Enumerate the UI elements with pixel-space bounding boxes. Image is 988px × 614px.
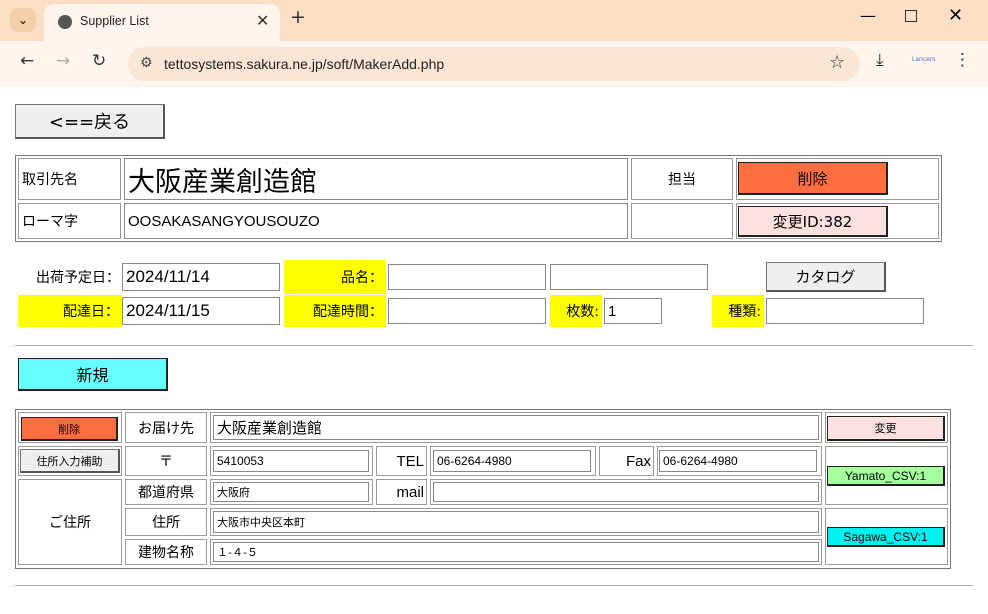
url-text: tettosystems.sakura.ne.jp/soft/MakerAdd.… <box>164 56 445 72</box>
minimize-icon[interactable]: — <box>860 6 876 25</box>
divider-bottom <box>15 585 973 586</box>
catalog-button[interactable]: カタログ <box>766 262 886 292</box>
recipient-label: お届け先 <box>125 412 207 443</box>
address-label: ご住所 <box>18 479 122 565</box>
street-label: 住所 <box>125 508 207 536</box>
kind-label: 種類: <box>712 295 764 327</box>
romaji-field[interactable]: OOSAKASANGYOUSOUZO <box>124 203 628 239</box>
site-info-icon[interactable]: ⚙ <box>140 55 153 71</box>
fax-label: Fax <box>599 446 654 476</box>
supplier-delete-button[interactable]: 削除 <box>738 162 888 195</box>
close-window-icon[interactable]: ✕ <box>948 5 963 26</box>
supplier-name-label: 取引先名 <box>18 158 121 200</box>
prefecture-field[interactable]: 大阪府 <box>213 482 369 502</box>
browser-toolbar: ← → ↻ ⚙ tettosystems.sakura.ne.jp/soft/M… <box>0 41 988 87</box>
street-field[interactable]: 大阪市中央区本町 <box>213 511 819 533</box>
building-label: 建物名称 <box>125 539 207 565</box>
ship-date-label: 出荷予定日： <box>36 270 120 286</box>
product-field-1[interactable] <box>388 264 546 290</box>
recipient-field[interactable]: 大阪産業創造館 <box>213 415 819 440</box>
mail-field[interactable] <box>433 482 819 502</box>
address-assist-button[interactable]: 住所入力補助 <box>20 449 120 473</box>
tab-search-icon[interactable]: ⌄ <box>10 8 36 32</box>
product-field-2[interactable] <box>550 264 708 290</box>
delivery-time-field[interactable] <box>388 298 546 324</box>
delivery-date-label: 配達日： <box>18 295 122 327</box>
building-field[interactable]: １-４-５ <box>213 542 819 562</box>
address-change-button[interactable]: 変更 <box>827 416 945 441</box>
count-label: 枚数: <box>550 295 602 327</box>
postal-mark: 〒 <box>125 446 207 476</box>
kind-field[interactable] <box>766 298 924 324</box>
count-field[interactable]: 1 <box>604 298 662 324</box>
ship-date-field[interactable]: 2024/11/14 <box>122 263 280 291</box>
postal-field[interactable]: 5410053 <box>213 450 369 472</box>
fax-field[interactable]: 06-6264-4980 <box>659 450 817 472</box>
product-label: 品名： <box>284 260 386 294</box>
new-tab-icon[interactable]: + <box>290 6 306 28</box>
address-bar[interactable]: ⚙ tettosystems.sakura.ne.jp/soft/MakerAd… <box>128 47 860 81</box>
tab-close-icon[interactable]: ✕ <box>256 11 269 30</box>
kebab-menu-icon[interactable]: ⋮ <box>954 50 971 70</box>
bookmark-star-icon[interactable]: ☆ <box>829 52 845 73</box>
back-button[interactable]: <==戻る <box>15 104 165 139</box>
change-id-button[interactable]: 変更ID:382 <box>738 206 888 237</box>
tel-field[interactable]: 06-6264-4980 <box>433 450 591 472</box>
back-arrow-icon[interactable]: ← <box>20 51 34 71</box>
sagawa-csv-button[interactable]: Sagawa_CSV:1 <box>827 527 945 547</box>
favicon-icon <box>58 15 72 29</box>
new-button[interactable]: 新規 <box>18 358 168 391</box>
mail-label: mail <box>376 479 427 505</box>
forward-arrow-icon[interactable]: → <box>56 51 70 71</box>
yamato-csv-button[interactable]: Yamato_CSV:1 <box>827 466 945 486</box>
romaji-label: ローマ字 <box>18 203 121 239</box>
staff-value-cell <box>631 203 733 239</box>
browser-tab-bar: ⌄ Supplier List ✕ + — ✕ <box>0 0 988 41</box>
tel-label: TEL <box>376 446 427 476</box>
extension-icon[interactable]: Lancers <box>912 56 935 63</box>
tab-title: Supplier List <box>80 14 149 28</box>
supplier-name-field[interactable]: 大阪産業創造館 <box>124 158 628 200</box>
delivery-date-field[interactable]: 2024/11/15 <box>122 297 280 325</box>
prefecture-label: 都道府県 <box>125 479 207 505</box>
staff-label: 担当 <box>631 158 733 200</box>
delivery-time-label: 配達時間： <box>284 295 386 327</box>
maximize-icon[interactable] <box>905 10 917 22</box>
address-delete-button[interactable]: 削除 <box>21 417 118 441</box>
divider-top <box>15 345 973 346</box>
browser-tab[interactable]: Supplier List ✕ <box>44 4 280 41</box>
download-icon[interactable]: ⤓ <box>876 50 884 70</box>
reload-icon[interactable]: ↻ <box>92 51 106 71</box>
